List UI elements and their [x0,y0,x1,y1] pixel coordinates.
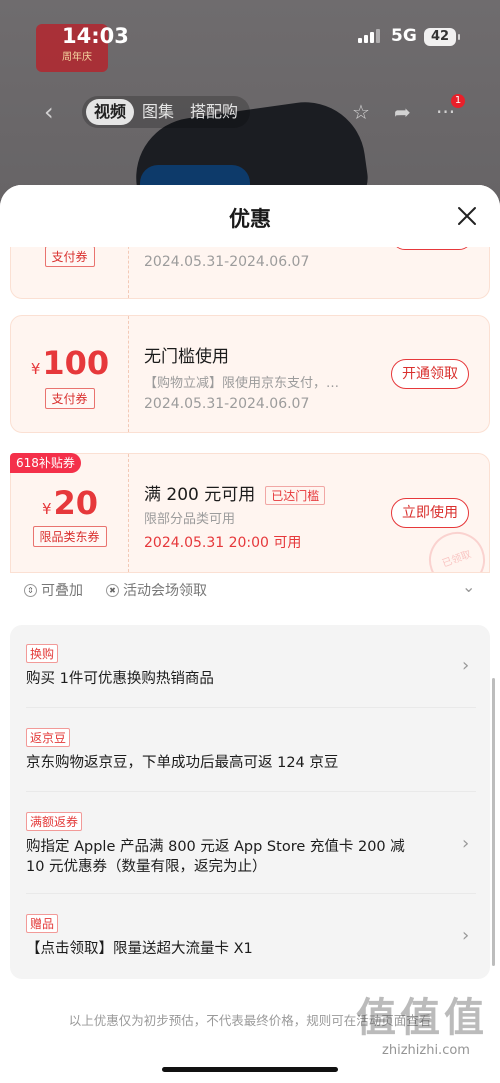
promotion-text: 购买 1件可优惠换购热销商品 [26,671,214,687]
promotion-tag: 满额返券 [26,812,83,831]
coupon-claim-button[interactable]: 开通领取 [391,359,469,389]
watermark-logo: 值值值 [356,995,488,1041]
stackable-label: 可叠加 [41,583,83,599]
watermark: 值值值 zhizhizhi.com [356,985,496,1058]
divider [26,791,476,792]
offers-content: 支付券 2024.05.31-2024.06.07 ¥100 支付券 无门槛使用… [0,185,500,1083]
promotion-item[interactable]: 换购 购买 1件可优惠换购热销商品 [26,643,476,689]
tab-video[interactable]: 视频 [86,99,135,125]
coupon-title: 无门槛使用 [144,347,229,367]
chevron-right-icon[interactable]: › [462,655,469,676]
product-nav: ‹ 视频 图集 搭配购 ☆ ➦ ··· 1 [0,88,500,134]
coupon-tag: 限品类东券 [32,526,107,547]
promotions-panel: 换购 购买 1件可优惠换购热销商品 › 返京豆 京东购物返京豆，下单成功后最高可… [10,625,490,979]
network-type: 5G [391,26,417,46]
sheet-title: 优惠 [229,207,271,231]
share-icon[interactable]: ➦ [394,100,411,124]
venue-icon: ✖ [106,583,119,597]
stack-icon: ⇕ [24,583,37,597]
coupon-hints: ⇕ 可叠加 ✖ 活动会场领取 ⌄ [10,573,490,605]
tab-gallery[interactable]: 图集 [134,99,182,125]
coupon-date: 2024.05.31-2024.06.07 [144,396,310,412]
venue-hint: ✖ 活动会场领取 [106,580,207,600]
chevron-right-icon[interactable]: › [462,833,469,854]
currency-symbol: ¥ [30,360,41,378]
coupon-card: ¥20 限品类东券 满 200 元可用 已达门槛 限部分品类可用 2024.05.… [10,453,490,573]
watermark-url: zhizhizhi.com [382,1043,470,1058]
coupon-amount: ¥100 [11,344,129,382]
coupon-date: 2024.05.31 20:00 可用 [144,535,302,551]
signal-icon [358,29,380,43]
back-icon[interactable]: ‹ [44,98,54,126]
media-tabs: 视频 图集 搭配购 [82,96,251,128]
promotion-tag: 换购 [26,644,59,663]
scrollbar[interactable] [492,678,495,966]
promotion-text: 京东购物返京豆，下单成功后最高可返 124 京豆 [26,755,339,771]
promotion-text: 【点击领取】限量送超大流量卡 X1 [26,941,253,957]
subsidy-ribbon: 618补贴券 [10,453,81,473]
status-time: 14:03 [62,24,129,48]
promotion-item[interactable]: 满额返券 购指定 Apple 产品满 800 元返 App Store 充值卡 … [26,811,406,877]
close-icon[interactable] [454,203,480,229]
coupon-date: 2024.05.31-2024.06.07 [144,254,310,270]
home-indicator[interactable] [162,1067,338,1072]
coupon-tag: 支付券 [44,388,95,409]
divider [26,893,476,894]
claimed-stamp: 已领取 [421,524,489,572]
tab-bundle[interactable]: 搭配购 [182,99,246,125]
coupon-use-button[interactable]: 立即使用 [391,498,469,528]
status-bar: 14:03 5G 42 [0,0,500,72]
promotion-tag: 赠品 [26,914,59,933]
coupon-subtitle: 【购物立减】限使用京东支付，… [144,376,340,391]
notification-badge: 1 [451,94,465,108]
currency-symbol: ¥ [41,500,52,518]
coupon-amount: ¥20 [11,484,129,522]
threshold-reached-badge: 已达门槛 [265,485,326,505]
venue-label: 活动会场领取 [123,583,207,599]
coupon-value: 100 [42,344,110,382]
battery-icon: 42 [424,28,460,46]
stackable-hint: ⇕ 可叠加 [24,580,83,600]
coupon-value: 20 [53,484,99,522]
promotion-item: 返京豆 京东购物返京豆，下单成功后最高可返 124 京豆 [26,727,476,773]
divider [26,707,476,708]
sheet-header: 优惠 [0,185,500,247]
coupon-subtitle: 限部分品类可用 [144,512,236,527]
favorite-icon[interactable]: ☆ [352,100,370,124]
coupon-amount-panel: ¥100 支付券 [11,316,129,432]
chevron-down-icon[interactable]: ⌄ [462,577,475,596]
coupon-card: ¥100 支付券 无门槛使用 【购物立减】限使用京东支付，… 2024.05.3… [10,315,490,433]
coupon-title: 满 200 元可用 已达门槛 [144,480,326,505]
offers-sheet: 支付券 2024.05.31-2024.06.07 ¥100 支付券 无门槛使用… [0,185,500,1083]
promotion-text: 购指定 Apple 产品满 800 元返 App Store 充值卡 200 减… [26,839,405,875]
promotion-tag: 返京豆 [26,728,71,747]
coupon-tag: 支付券 [44,246,95,267]
coupon-title-text: 满 200 元可用 [144,485,256,505]
promotion-item[interactable]: 赠品 【点击领取】限量送超大流量卡 X1 [26,913,476,959]
battery-level: 42 [430,29,450,44]
chevron-right-icon[interactable]: › [462,925,469,946]
